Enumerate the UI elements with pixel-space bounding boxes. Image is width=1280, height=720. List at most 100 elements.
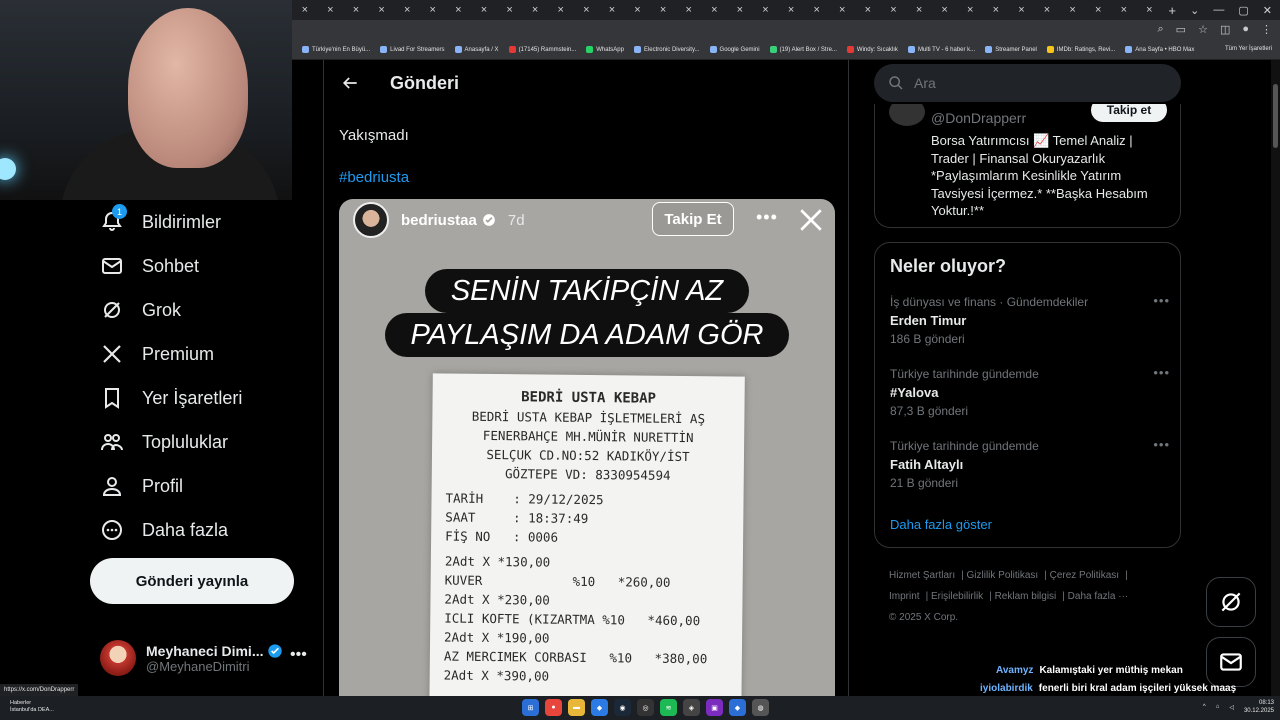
- browser-tab[interactable]: [1085, 0, 1111, 20]
- volume-icon[interactable]: ◁: [1229, 704, 1234, 711]
- browser-tab[interactable]: [727, 0, 753, 20]
- browser-tab[interactable]: [932, 0, 958, 20]
- clock[interactable]: 08:13 30.12.2025: [1244, 699, 1274, 715]
- scroll-thumb[interactable]: [1273, 84, 1278, 148]
- profile-icon[interactable]: ●: [1242, 23, 1249, 36]
- browser-tab[interactable]: [753, 0, 779, 20]
- browser-tab[interactable]: [1137, 0, 1163, 20]
- search-input[interactable]: Ara: [874, 64, 1181, 102]
- more-icon[interactable]: •••: [756, 207, 778, 228]
- cast-icon[interactable]: ▭: [1176, 23, 1186, 36]
- nav-notifications[interactable]: 1 Bildirimler: [90, 200, 300, 244]
- browser-tab[interactable]: [522, 0, 548, 20]
- all-bookmarks-button[interactable]: Tüm Yer İşaretleri: [1225, 46, 1272, 52]
- chevron-up-icon[interactable]: ^: [1203, 704, 1206, 710]
- news-widget[interactable]: Haberler İstanbul'da DEA...: [10, 700, 54, 714]
- browser-tab[interactable]: [394, 0, 420, 20]
- app-icon[interactable]: ◆: [591, 699, 608, 716]
- menu-icon[interactable]: ⋮: [1261, 23, 1272, 36]
- browser-tab[interactable]: [420, 0, 446, 20]
- browser-tab[interactable]: [292, 0, 318, 20]
- browser-tab[interactable]: [1060, 0, 1086, 20]
- bookmark-item[interactable]: IMDb: Ratings, Revi...: [1046, 46, 1115, 53]
- browser-tab[interactable]: [1034, 0, 1060, 20]
- nav-premium[interactable]: Premium: [90, 332, 300, 376]
- footer-link[interactable]: Imprint: [889, 591, 920, 602]
- more-icon[interactable]: •••: [1153, 437, 1170, 452]
- account-switcher[interactable]: Meyhaneci Dimi... @MeyhaneDimitri •••: [100, 636, 310, 680]
- story-avatar[interactable]: [353, 202, 389, 238]
- footer-link[interactable]: Reklam bilgisi: [995, 591, 1057, 602]
- nav-grok[interactable]: Grok: [90, 288, 300, 332]
- bookmark-item[interactable]: Livad For Streamers: [380, 46, 445, 53]
- browser-tab[interactable]: [574, 0, 600, 20]
- avatar[interactable]: [889, 104, 925, 126]
- bookmark-item[interactable]: (19) Alert Box / Stre...: [769, 46, 837, 53]
- bookmark-item[interactable]: Multi TV - 6 haber k...: [907, 46, 975, 53]
- network-icon[interactable]: ⌂: [1216, 704, 1220, 710]
- profile-handle[interactable]: @DonDrapperr: [931, 110, 1026, 126]
- browser-tab[interactable]: [471, 0, 497, 20]
- bookmark-item[interactable]: Anasayfa / X: [454, 46, 499, 53]
- trend-item[interactable]: Türkiye tarihinde gündemde #Yalova 87,3 …: [890, 365, 1170, 431]
- footer-link[interactable]: Çerez Politikası: [1050, 570, 1119, 581]
- footer-link[interactable]: Gizlilik Politikası: [967, 570, 1039, 581]
- close-icon[interactable]: [798, 207, 824, 233]
- new-tab-button[interactable]: +: [1162, 3, 1182, 18]
- browser-tab[interactable]: [906, 0, 932, 20]
- bookmark-item[interactable]: Ana Sayfa • HBO Max: [1125, 46, 1194, 53]
- trend-item[interactable]: İş dünyası ve finans · Gündemdekiler Erd…: [890, 293, 1170, 359]
- bookmark-item[interactable]: (17145) Rammstein...: [508, 46, 576, 53]
- browser-tab[interactable]: [881, 0, 907, 20]
- trend-item[interactable]: Türkiye tarihinde gündemde Fatih Altaylı…: [890, 437, 1170, 503]
- more-icon[interactable]: •••: [1153, 293, 1170, 308]
- nav-profile[interactable]: Profil: [90, 464, 300, 508]
- app-icon[interactable]: ◆: [729, 699, 746, 716]
- post-media[interactable]: BEDRİ USTA KEBAP BEDRİ USTA KEBAP İŞLETM…: [339, 199, 835, 696]
- back-arrow-icon[interactable]: [340, 73, 360, 93]
- zoom-icon[interactable]: ⌕: [1157, 23, 1163, 36]
- windows-start-icon[interactable]: ⊞: [522, 699, 539, 716]
- browser-tab[interactable]: [599, 0, 625, 20]
- close-icon[interactable]: ✕: [1263, 4, 1272, 17]
- maximize-icon[interactable]: ▢: [1238, 4, 1248, 17]
- bookmark-star-icon[interactable]: ☆: [1198, 23, 1208, 36]
- footer-link[interactable]: Hizmet Şartları: [889, 570, 955, 581]
- browser-tab[interactable]: [548, 0, 574, 20]
- bookmark-item[interactable]: Windy: Sıcaklık: [846, 46, 898, 53]
- app-icon[interactable]: ▣: [706, 699, 723, 716]
- browser-tab[interactable]: [650, 0, 676, 20]
- browser-tab[interactable]: [318, 0, 344, 20]
- browser-tab[interactable]: [343, 0, 369, 20]
- nav-messages[interactable]: Sohbet: [90, 244, 300, 288]
- spotify-icon[interactable]: ≋: [660, 699, 677, 716]
- story-username[interactable]: bedriustaa: [401, 212, 477, 229]
- follow-button[interactable]: Takip et: [1091, 104, 1167, 122]
- footer-link[interactable]: Daha fazla ···: [1068, 591, 1129, 602]
- bookmark-item[interactable]: Türkiye'nin En Büyü...: [302, 46, 370, 53]
- app-icon[interactable]: ◈: [683, 699, 700, 716]
- obs-icon[interactable]: ◍: [752, 699, 769, 716]
- more-icon[interactable]: •••: [1153, 365, 1170, 380]
- address-bar[interactable]: ⌕ ▭ ☆ ◫ ● ⋮: [292, 20, 1280, 40]
- chevron-down-icon[interactable]: ⌄: [1190, 4, 1199, 17]
- browser-tab[interactable]: [702, 0, 728, 20]
- nav-more[interactable]: Daha fazla: [90, 508, 300, 552]
- bookmark-item[interactable]: Streamer Panel: [985, 46, 1037, 53]
- browser-tab[interactable]: [1111, 0, 1137, 20]
- browser-tab[interactable]: [369, 0, 395, 20]
- browser-tab[interactable]: [855, 0, 881, 20]
- browser-tab[interactable]: [829, 0, 855, 20]
- post-button[interactable]: Gönderi yayınla: [90, 558, 294, 604]
- folder-icon[interactable]: ▬: [568, 699, 585, 716]
- hashtag-link[interactable]: #bedriusta: [339, 169, 409, 186]
- follow-button[interactable]: Takip Et: [652, 202, 734, 236]
- scrollbar[interactable]: [1271, 60, 1280, 696]
- show-more-link[interactable]: Daha fazla göster: [890, 517, 992, 532]
- app-icon[interactable]: ◎: [637, 699, 654, 716]
- browser-tab[interactable]: [625, 0, 651, 20]
- nav-bookmarks[interactable]: Yer İşaretleri: [90, 376, 300, 420]
- bookmark-item[interactable]: Google Gemini: [709, 46, 760, 53]
- more-icon[interactable]: •••: [290, 646, 307, 664]
- browser-tab[interactable]: [804, 0, 830, 20]
